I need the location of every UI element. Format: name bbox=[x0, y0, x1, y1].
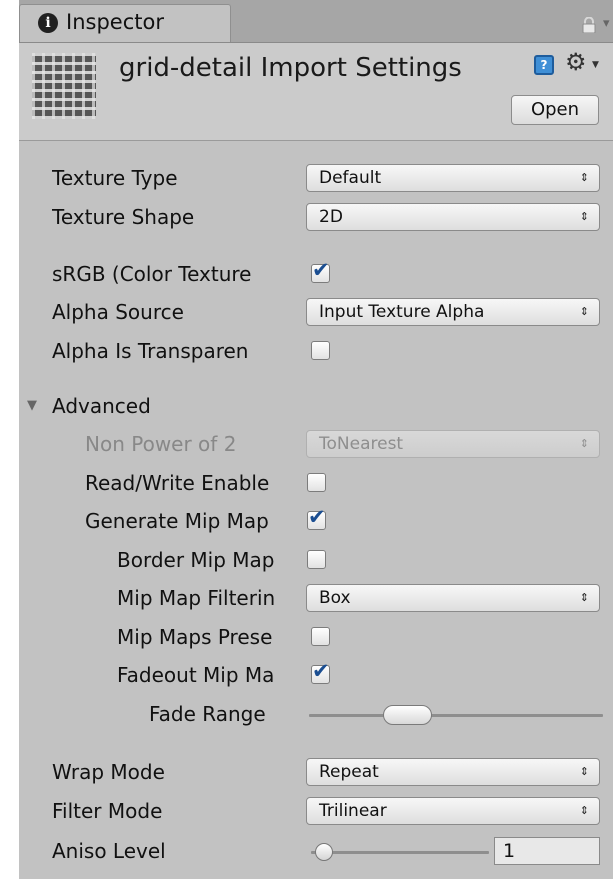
updown-arrow-icon: ⇕ bbox=[579, 210, 589, 223]
read-write-row: Read/Write Enable bbox=[19, 467, 613, 499]
filter-mode-row: Filter Mode Trilinear ⇕ bbox=[19, 795, 613, 827]
texture-preview-thumbnail bbox=[32, 53, 96, 119]
fade-range-track[interactable] bbox=[309, 714, 603, 717]
aniso-level-input[interactable]: 1 bbox=[494, 837, 600, 865]
read-write-checkbox[interactable] bbox=[307, 473, 326, 492]
tab-inspector[interactable]: i Inspector bbox=[19, 4, 231, 42]
updown-arrow-icon: ⇕ bbox=[579, 171, 589, 184]
alpha-source-value: Input Texture Alpha bbox=[319, 302, 485, 322]
mip-map-filtering-value: Box bbox=[319, 588, 351, 608]
triangle-down-icon: ▼ bbox=[27, 398, 37, 413]
checkmark-icon: ✔ bbox=[308, 505, 326, 529]
texture-shape-value: 2D bbox=[319, 207, 343, 227]
alpha-source-label: Alpha Source bbox=[52, 300, 184, 324]
tab-title: Inspector bbox=[66, 10, 164, 34]
help-book-icon[interactable]: ? bbox=[534, 55, 554, 75]
aniso-level-label: Aniso Level bbox=[52, 839, 166, 863]
advanced-foldout[interactable]: ▼ Advanced bbox=[19, 390, 613, 422]
fade-range-min-max-slider[interactable] bbox=[382, 705, 433, 725]
border-mip-maps-label: Border Mip Map bbox=[117, 548, 275, 572]
alpha-is-transparency-label: Alpha Is Transparen bbox=[52, 339, 249, 363]
gear-caret-icon[interactable]: ▼ bbox=[592, 60, 599, 70]
generate-mip-maps-label: Generate Mip Map bbox=[85, 509, 269, 533]
aniso-level-slider-track[interactable] bbox=[311, 851, 489, 854]
alpha-is-transparency-row: Alpha Is Transparen bbox=[19, 335, 613, 367]
border-mip-maps-checkbox[interactable] bbox=[307, 550, 326, 569]
non-power-of-2-value: ToNearest bbox=[319, 434, 404, 454]
texture-type-label: Texture Type bbox=[52, 166, 178, 190]
updown-arrow-icon: ⇕ bbox=[579, 437, 589, 450]
mip-maps-preserve-row: Mip Maps Prese bbox=[19, 621, 613, 653]
read-write-label: Read/Write Enable bbox=[85, 471, 270, 495]
alpha-is-transparency-checkbox[interactable] bbox=[311, 341, 330, 360]
mip-maps-preserve-checkbox[interactable] bbox=[311, 627, 330, 646]
texture-shape-label: Texture Shape bbox=[52, 205, 195, 229]
updown-arrow-icon: ⇕ bbox=[579, 765, 589, 778]
inspector-window: i Inspector ▾ grid-detail Import Setting… bbox=[19, 0, 613, 879]
info-icon: i bbox=[38, 13, 58, 33]
asset-title: grid-detail Import Settings bbox=[119, 53, 462, 83]
generate-mip-maps-checkbox[interactable]: ✔ bbox=[307, 505, 326, 530]
filter-mode-dropdown[interactable]: Trilinear ⇕ bbox=[306, 797, 600, 825]
fadeout-mip-maps-checkbox[interactable]: ✔ bbox=[311, 659, 330, 684]
fadeout-mip-maps-row: Fadeout Mip Ma ✔ bbox=[19, 659, 613, 691]
texture-type-value: Default bbox=[319, 168, 382, 188]
non-power-of-2-row: Non Power of 2 ToNearest ⇕ bbox=[19, 428, 613, 460]
checkmark-icon: ✔ bbox=[312, 659, 330, 683]
texture-type-dropdown[interactable]: Default ⇕ bbox=[306, 164, 600, 192]
updown-arrow-icon: ⇕ bbox=[579, 591, 589, 604]
mip-map-filtering-dropdown[interactable]: Box ⇕ bbox=[306, 584, 600, 612]
updown-arrow-icon: ⇕ bbox=[579, 804, 589, 817]
fade-range-label: Fade Range bbox=[149, 702, 266, 726]
fade-range-row: Fade Range bbox=[19, 698, 613, 730]
wrap-mode-label: Wrap Mode bbox=[52, 760, 165, 784]
wrap-mode-dropdown[interactable]: Repeat ⇕ bbox=[306, 758, 600, 786]
tab-menu-icon[interactable]: ▾ bbox=[603, 16, 610, 31]
border-mip-maps-row: Border Mip Map bbox=[19, 544, 613, 576]
updown-arrow-icon: ⇕ bbox=[579, 305, 589, 318]
non-power-of-2-label: Non Power of 2 bbox=[85, 432, 237, 456]
filter-mode-value: Trilinear bbox=[319, 801, 387, 821]
mip-map-filtering-row: Mip Map Filterin Box ⇕ bbox=[19, 582, 613, 614]
fadeout-mip-maps-label: Fadeout Mip Ma bbox=[117, 663, 275, 687]
open-button[interactable]: Open bbox=[511, 95, 599, 125]
wrap-mode-value: Repeat bbox=[319, 762, 379, 782]
wrap-mode-row: Wrap Mode Repeat ⇕ bbox=[19, 756, 613, 788]
checkmark-icon: ✔ bbox=[312, 258, 330, 282]
alpha-source-row: Alpha Source Input Texture Alpha ⇕ bbox=[19, 296, 613, 328]
non-power-of-2-dropdown: ToNearest ⇕ bbox=[306, 430, 600, 458]
srgb-row: sRGB (Color Texture ✔ bbox=[19, 258, 613, 290]
aniso-level-row: Aniso Level 1 bbox=[19, 835, 613, 867]
gear-icon[interactable]: ⚙ bbox=[565, 48, 587, 76]
texture-type-row: Texture Type Default ⇕ bbox=[19, 162, 613, 194]
alpha-source-dropdown[interactable]: Input Texture Alpha ⇕ bbox=[306, 298, 600, 326]
mip-maps-preserve-label: Mip Maps Prese bbox=[117, 625, 273, 649]
tab-bar: i Inspector ▾ bbox=[19, 0, 613, 43]
srgb-checkbox[interactable]: ✔ bbox=[311, 258, 330, 283]
filter-mode-label: Filter Mode bbox=[52, 799, 163, 823]
srgb-label: sRGB (Color Texture bbox=[52, 262, 252, 286]
advanced-label: Advanced bbox=[52, 394, 151, 418]
texture-shape-row: Texture Shape 2D ⇕ bbox=[19, 201, 613, 233]
texture-shape-dropdown[interactable]: 2D ⇕ bbox=[306, 203, 600, 231]
generate-mip-maps-row: Generate Mip Map ✔ bbox=[19, 505, 613, 537]
mip-map-filtering-label: Mip Map Filterin bbox=[117, 586, 276, 610]
aniso-level-slider-thumb[interactable] bbox=[315, 843, 333, 861]
asset-header: grid-detail Import Settings ? ⚙ ▼ Open bbox=[19, 43, 613, 141]
lock-icon[interactable] bbox=[582, 17, 596, 33]
